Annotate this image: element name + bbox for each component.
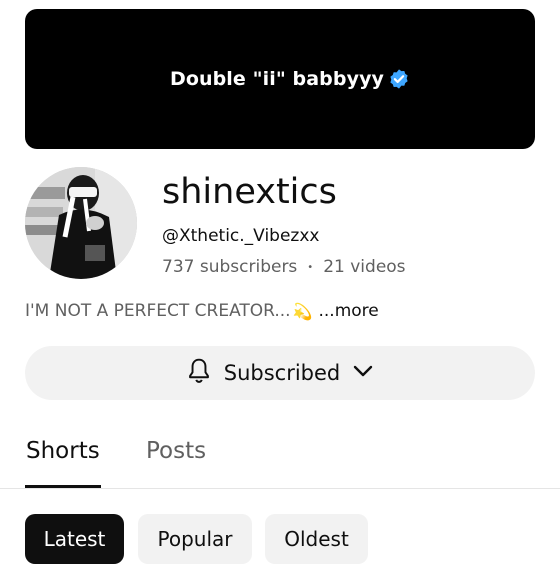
bell-icon — [186, 357, 212, 390]
active-tab-indicator — [25, 485, 101, 488]
tab-posts[interactable]: Posts — [146, 438, 206, 464]
channel-description[interactable]: I'M NOT A PERFECT CREATOR... 💫 ...more — [25, 301, 379, 321]
video-count: 21 videos — [323, 257, 406, 277]
channel-handle: @Xthetic._Vibezxx — [162, 226, 320, 246]
tab-shorts[interactable]: Shorts — [26, 438, 100, 464]
description-text: I'M NOT A PERFECT CREATOR... — [25, 301, 291, 321]
channel-name: shinextics — [162, 172, 337, 212]
filter-chip-popular[interactable]: Popular — [138, 514, 252, 564]
filter-chip-oldest[interactable]: Oldest — [265, 514, 368, 564]
stats-separator: • — [307, 261, 314, 273]
sparkle-emoji: 💫 — [292, 301, 313, 321]
more-link[interactable]: ...more — [319, 301, 379, 321]
banner-title: Double "ii" babbyyy — [170, 68, 410, 90]
avatar-image — [25, 167, 137, 279]
channel-banner: Double "ii" babbyyy — [25, 9, 535, 149]
banner-text: Double "ii" babbyyy — [169, 68, 385, 90]
verified-badge-icon — [388, 68, 410, 90]
channel-tabs: Shorts Posts — [0, 430, 560, 489]
subscribed-label: Subscribed — [223, 361, 341, 385]
filter-chip-latest[interactable]: Latest — [25, 514, 124, 564]
subscriber-count: 737 subscribers — [162, 257, 298, 277]
subscribed-button[interactable]: Subscribed — [25, 346, 535, 400]
channel-avatar[interactable] — [25, 167, 137, 279]
channel-stats: 737 subscribers • 21 videos — [162, 257, 406, 277]
chevron-down-icon — [352, 364, 374, 383]
